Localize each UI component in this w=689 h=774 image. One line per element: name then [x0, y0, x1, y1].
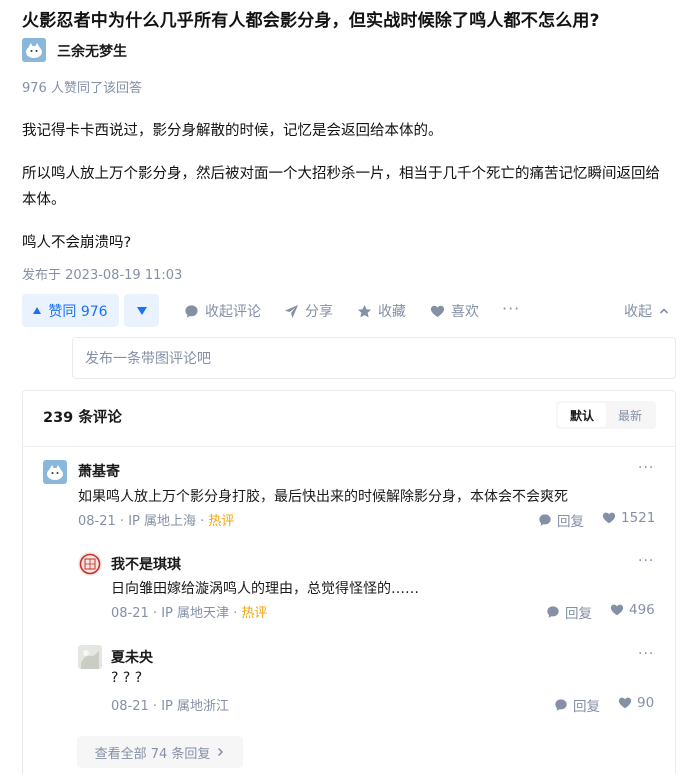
view-all-label: 查看全部 74 条回复 — [94, 746, 211, 762]
heart-icon — [430, 305, 445, 317]
question-title[interactable]: 火影忍者中为什么几乎所有人都会影分身，但实战时候除了鸣人都不怎么用? — [22, 6, 600, 31]
heart-icon — [610, 604, 624, 616]
comment-bubble-icon — [555, 699, 567, 711]
comment-input[interactable]: 发布一条带图评论吧 — [72, 337, 676, 379]
hot-badge: 热评 — [208, 514, 235, 529]
reply-button[interactable]: 回复 — [538, 510, 584, 530]
vote-down-button[interactable] — [124, 294, 159, 327]
comment-avatar[interactable] — [43, 460, 67, 484]
comment-bubble-icon — [185, 304, 198, 318]
reply-button[interactable]: 回复 — [546, 602, 592, 622]
share-button[interactable]: 分享 — [284, 301, 333, 321]
comment-like-count: 90 — [637, 695, 655, 711]
reply-button[interactable]: 回复 — [554, 695, 600, 715]
answer-paragraph-2: 所以鸣人放上万个影分身，然后被对面一个大招秒杀一片，相当于几千个死亡的痛苦记忆瞬… — [22, 166, 660, 208]
comment-date: 08-21 — [111, 699, 149, 714]
collapse-button[interactable]: 收起 — [624, 301, 670, 321]
chevron-up-icon — [659, 308, 669, 314]
comment-date: 08-21 — [111, 606, 149, 621]
view-all-replies-button[interactable]: 查看全部 74 条回复 — [77, 736, 243, 768]
more-actions-button[interactable]: ··· — [502, 299, 520, 318]
like-button[interactable]: 喜欢 — [430, 301, 479, 321]
comment-like-count: 1521 — [621, 510, 656, 526]
comment-like-button[interactable]: 496 — [610, 602, 655, 618]
sort-default-tab[interactable]: 默认 — [558, 403, 606, 427]
divider — [23, 446, 675, 447]
author-name[interactable]: 三余无梦生 — [57, 41, 127, 61]
comment-author-name[interactable]: 夏未央 — [111, 647, 153, 667]
sort-latest-tab[interactable]: 最新 — [606, 403, 654, 427]
share-label: 分享 — [305, 304, 333, 320]
reply-label: 回复 — [573, 699, 600, 715]
comment-ip: IP 属地天津 — [161, 606, 229, 621]
comment-more-button[interactable]: ··· — [638, 646, 654, 662]
agree-count: 976 人赞同了该回答 — [22, 81, 142, 96]
paper-plane-icon — [284, 304, 299, 318]
comment-meta: 08-21 · IP 属地天津 · 热评 — [111, 606, 268, 621]
collapse-label: 收起 — [624, 304, 652, 320]
comment-bubble-icon — [539, 514, 551, 526]
comment-more-button[interactable]: ··· — [638, 460, 654, 476]
triangle-up-icon — [33, 307, 42, 314]
comment-date: 08-21 — [78, 514, 116, 529]
comment-input-placeholder: 发布一条带图评论吧 — [85, 351, 211, 367]
comment-more-button[interactable]: ··· — [638, 553, 654, 569]
comment-text: ? ? ? — [111, 670, 143, 686]
author-avatar[interactable] — [22, 38, 46, 62]
reply-label: 回复 — [565, 606, 592, 622]
heart-icon — [618, 697, 632, 709]
comment-count: 239 条评论 — [43, 410, 122, 426]
comment-author-name[interactable]: 我不是琪琪 — [111, 554, 181, 574]
publish-time: 发布于 2023-08-19 11:03 — [22, 268, 183, 283]
chevron-right-icon — [218, 747, 224, 757]
sort-toggle: 默认 最新 — [556, 401, 656, 429]
answer-paragraph-3: 鸣人不会崩溃吗? — [22, 235, 132, 251]
comment-bubble-icon — [547, 606, 559, 618]
answer-paragraph-1: 我记得卡卡西说过，影分身解散的时候，记忆是会返回给本体的。 — [22, 123, 443, 139]
comment-like-button[interactable]: 90 — [618, 695, 654, 711]
comment-text: 如果鸣人放上万个影分身打胶，最后快出来的时候解除影分身，本体会不会爽死 — [78, 489, 568, 505]
hot-badge: 热评 — [241, 606, 268, 621]
comment-author-name[interactable]: 萧基寄 — [78, 461, 120, 481]
comment-ip: IP 属地浙江 — [161, 699, 229, 714]
comment-meta: 08-21 · IP 属地上海 · 热评 — [78, 514, 235, 529]
comment-ip: IP 属地上海 — [128, 514, 196, 529]
collapse-comments-label: 收起评论 — [205, 304, 261, 320]
comment-avatar[interactable] — [78, 552, 102, 576]
reply-label: 回复 — [557, 514, 584, 530]
collapse-comments-button[interactable]: 收起评论 — [184, 301, 261, 321]
comment-meta: 08-21 · IP 属地浙江 — [111, 699, 229, 714]
comment-avatar[interactable] — [78, 645, 102, 669]
vote-up-button[interactable]: 赞同 976 — [22, 294, 119, 327]
comment-like-button[interactable]: 1521 — [602, 510, 655, 526]
triangle-down-icon — [136, 306, 147, 315]
like-label: 喜欢 — [451, 304, 479, 320]
heart-icon — [602, 512, 616, 524]
favorite-button[interactable]: 收藏 — [357, 301, 406, 321]
vote-up-label: 赞同 976 — [48, 303, 108, 320]
favorite-label: 收藏 — [378, 304, 406, 320]
comment-like-count: 496 — [629, 602, 655, 618]
comment-text: 日向雏田嫁给漩涡鸣人的理由，总觉得怪怪的…… — [111, 581, 419, 597]
star-icon — [357, 304, 372, 317]
